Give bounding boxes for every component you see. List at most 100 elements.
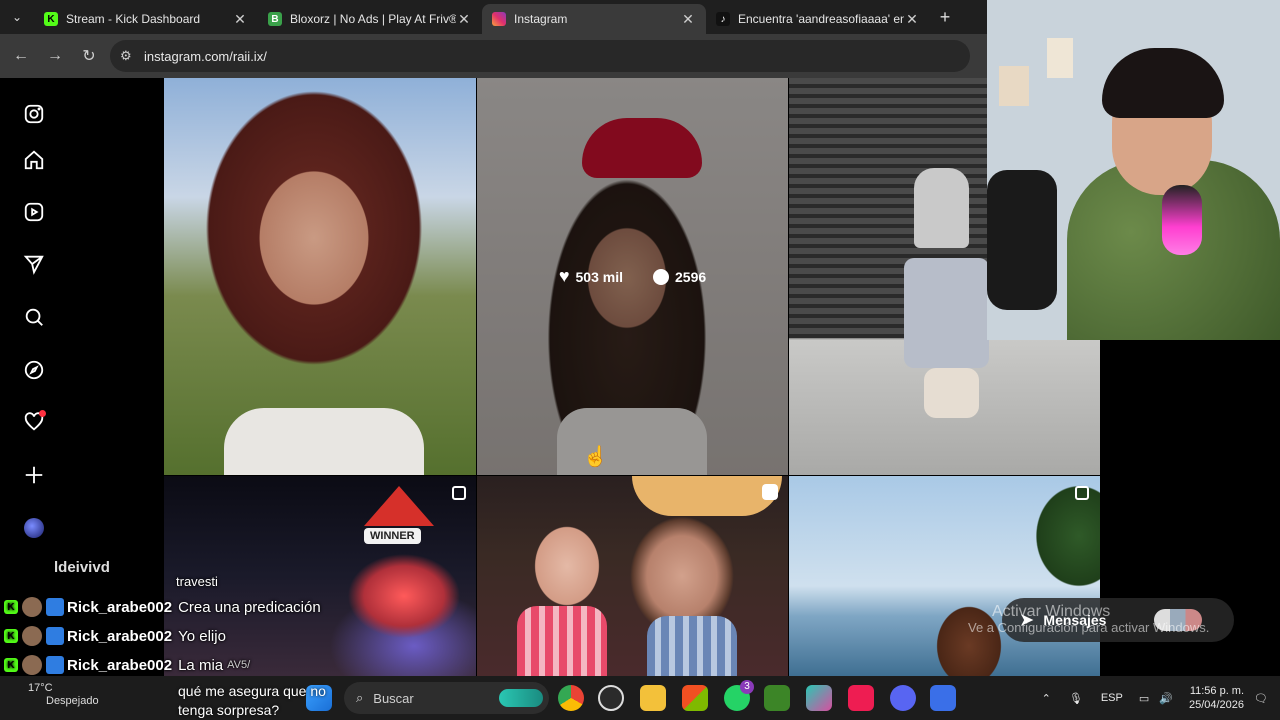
person-boots [924,368,979,418]
minecraft-icon[interactable] [764,685,790,711]
tab-title: Stream - Kick Dashboard [66,12,201,26]
address-bar[interactable]: ⚙ instagram.com/raii.ix/ [110,40,970,72]
watermark-title: Activar Windows [992,603,1111,620]
chat-message: K Rick_arabe002 La mia AV5/ [4,654,250,676]
chat-partial-line: ldeivivd [54,558,110,576]
post-thumbnail[interactable] [164,78,476,475]
system-tray: ⌃ 🎙 ESP ▭ 🔊 11:56 p. m. 25/04/2026 🗨 [1042,676,1280,720]
back-arrow-icon[interactable]: ← [4,47,38,65]
avatar [22,597,42,617]
question-line: tenga sorpresa? [178,702,280,718]
clock[interactable]: 11:56 p. m. 25/04/2026 [1189,684,1244,712]
close-icon[interactable]: ✕ [456,11,472,28]
friv-icon: B [268,12,282,26]
game-app-icon[interactable] [806,685,832,711]
tab-title: Encuentra 'aandreasofiaaaa' en [738,12,904,26]
tiktok-icon: ♪ [716,12,730,26]
volume-icon[interactable]: 🔊 [1159,692,1173,705]
streamer-webcam [987,0,1280,340]
heart-icon: ♥ [558,266,570,286]
post-hover-overlay[interactable]: ♥ 503 mil 2596 [477,78,788,475]
file-explorer-icon[interactable] [640,685,666,711]
likes-stat: ♥ 503 mil [559,266,623,287]
forward-arrow-icon[interactable]: → [38,47,72,65]
kick-badge-icon: K [4,600,18,614]
notifications-heart-icon[interactable] [22,410,46,434]
browser-tab-strip: ⌄ K Stream - Kick Dashboard ✕ B Bloxorz … [0,0,987,34]
person-top [914,168,969,248]
tab-search-button[interactable]: ⌄ [0,0,34,34]
clock-time: 11:56 p. m. [1189,685,1245,697]
generic-app-icon[interactable] [930,685,956,711]
kick-badge-icon: K [4,658,18,672]
avatar [22,626,42,646]
tab-kick-dashboard[interactable]: K Stream - Kick Dashboard ✕ [34,4,258,34]
carousel-icon [452,486,466,500]
chrome-icon[interactable] [558,685,584,711]
weather-widget[interactable]: 17°C Despejado [28,682,99,708]
home-icon[interactable] [22,148,46,172]
stream-question-text: qué me asegura que no tenga sorpresa? [178,682,326,720]
profile-avatar[interactable] [22,516,46,540]
poster [1047,38,1073,78]
tab-title: Instagram [514,12,568,26]
search-icon: ⌕ [356,690,364,705]
striped-glove [647,616,737,676]
network-icon[interactable]: ▭ [1139,692,1149,705]
instagram-icon [492,12,506,26]
search-placeholder: Buscar [373,690,414,706]
poster [999,66,1029,106]
new-tab-button[interactable]: + [930,7,960,28]
avatar [22,655,42,675]
chat-username: Rick_arabe002 [67,598,173,616]
tab-instagram[interactable]: Instagram ✕ [482,4,706,34]
reels-icon[interactable] [22,200,46,224]
post-thumbnail[interactable] [789,476,1100,676]
create-plus-icon[interactable] [22,463,46,487]
likes-count: 503 mil [575,268,623,285]
photo-sticker-text: AV5/ [227,659,251,671]
instagram-logo-icon[interactable] [22,102,46,126]
white-top [224,408,424,475]
chat-message: K Rick_arabe002 Crea una predicación [4,596,321,618]
tiktok-icon[interactable] [848,685,874,711]
close-icon[interactable]: ✕ [904,11,920,28]
search-icon[interactable] [22,305,46,329]
kick-icon: K [44,12,58,26]
close-icon[interactable]: ✕ [232,11,248,28]
discord-icon[interactable] [890,685,916,711]
microphone [1162,185,1202,255]
tent-roof [364,486,434,526]
watermark-subtitle: Ve a Configuración para activar Windows. [968,620,1210,635]
microsoft-store-icon[interactable] [682,685,708,711]
site-settings-icon[interactable]: ⚙ [120,48,144,64]
chat-username: Rick_arabe002 [67,627,173,645]
tab-tiktok[interactable]: ♪ Encuentra 'aandreasofiaaaa' en ✕ [706,4,930,34]
reel-icon [762,484,778,500]
taskbar-search[interactable]: ⌕ Buscar [344,682,549,714]
tab-bloxorz[interactable]: B Bloxorz | No Ads | Play At Friv® ✕ [258,4,482,34]
post-thumbnail[interactable] [477,476,788,676]
kick-badge-icon: K [4,629,18,643]
messages-send-icon[interactable] [22,252,46,276]
subscriber-badge-icon [46,598,64,616]
explore-compass-icon[interactable] [22,358,46,382]
streamer-hair [1102,48,1224,118]
tab-title: Bloxorz | No Ads | Play At Friv® [290,12,456,26]
motorcycle [987,170,1057,310]
obs-icon[interactable] [598,685,624,711]
microphone-icon[interactable]: 🎙 [1069,692,1083,705]
language-indicator[interactable]: ESP [1101,692,1123,704]
notification-dot [39,410,46,417]
windows-activation-watermark: Activar Windows Ve a Configuración para … [968,604,1248,636]
chat-text: La mia [178,656,224,674]
chevron-up-icon[interactable]: ⌃ [1042,692,1051,705]
palm-tree [1019,476,1100,676]
comment-bubble-icon [653,268,669,285]
subscriber-badge-icon [46,627,64,645]
chat-text: Yo elijo [178,627,226,645]
notifications-icon[interactable]: 🗨 [1254,692,1268,705]
reload-icon[interactable]: ↻ [72,46,106,66]
close-icon[interactable]: ✕ [680,11,696,28]
person-pants [904,258,989,368]
